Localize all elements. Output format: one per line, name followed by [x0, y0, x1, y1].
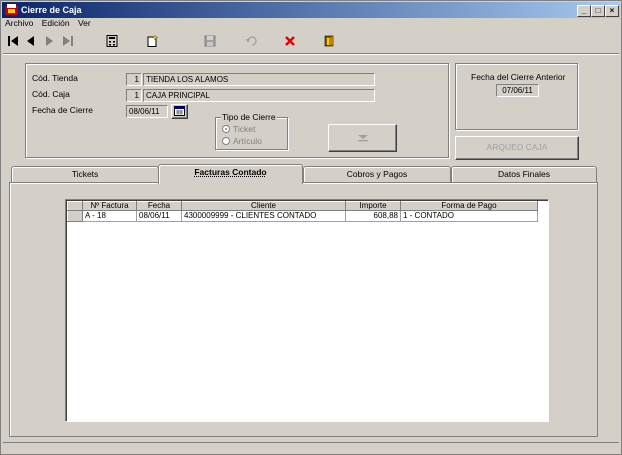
- tienda-name-field: TIENDA LOS ALAMOS: [143, 73, 375, 86]
- fecha-cierre-field[interactable]: 08/06/11: [126, 105, 168, 118]
- col-fecha[interactable]: Fecha: [136, 201, 182, 211]
- radio-ticket-label: Ticket: [233, 124, 256, 134]
- undo-icon[interactable]: [242, 32, 260, 50]
- facturas-table: Nº Factura Fecha Cliente Importe Forma d…: [67, 201, 538, 222]
- window-title: Cierre de Caja: [21, 5, 82, 15]
- tab-datos-label: Datos Finales: [498, 169, 550, 179]
- tab-tickets-label: Tickets: [71, 169, 99, 179]
- table-header-row: Nº Factura Fecha Cliente Importe Forma d…: [67, 201, 538, 211]
- cierre-anterior-label: Fecha del Cierre Anterior: [471, 72, 566, 82]
- col-cliente[interactable]: Cliente: [181, 201, 346, 211]
- col-importe[interactable]: Importe: [345, 201, 401, 211]
- calendar-icon: [174, 106, 185, 116]
- tab-datos-finales[interactable]: Datos Finales: [451, 166, 597, 182]
- close-button[interactable]: ×: [605, 5, 619, 17]
- arqueo-caja-button[interactable]: ARQUEO CAJA: [455, 136, 579, 160]
- cell-n-factura[interactable]: A - 18: [82, 210, 137, 222]
- next-record-icon[interactable]: [40, 32, 58, 50]
- cell-importe[interactable]: 608,88: [345, 210, 401, 222]
- tab-cobros-pagos[interactable]: Cobros y Pagos: [303, 166, 451, 182]
- save-icon[interactable]: [201, 32, 219, 50]
- app-icon: [5, 4, 18, 15]
- expand-button[interactable]: [328, 124, 397, 152]
- menu-edicion[interactable]: Edición: [42, 18, 70, 28]
- tab-cobros-label: Cobros y Pagos: [346, 169, 408, 179]
- minimize-button[interactable]: _: [577, 5, 591, 17]
- row-selector-header: [67, 201, 83, 211]
- tipo-cierre-label: Tipo de Cierre: [221, 112, 277, 122]
- col-forma-pago[interactable]: Forma de Pago: [400, 201, 538, 211]
- table-row[interactable]: A - 18 08/06/11 4300009999 - CLIENTES CO…: [67, 210, 538, 222]
- radio-ticket-indicator: [222, 125, 230, 133]
- last-record-icon[interactable]: [59, 32, 77, 50]
- menu-ver[interactable]: Ver: [78, 18, 91, 28]
- cell-forma-pago[interactable]: 1 - CONTADO: [400, 210, 538, 222]
- menu-bar: Archivo Edición Ver: [5, 18, 97, 30]
- toolbar: [1, 30, 621, 52]
- caja-name-field: CAJA PRINCIPAL: [143, 89, 375, 102]
- caja-label: Cód. Caja: [32, 89, 70, 99]
- previous-record-icon[interactable]: [22, 32, 40, 50]
- menu-archivo[interactable]: Archivo: [5, 18, 33, 28]
- caja-code-field[interactable]: 1: [126, 89, 142, 102]
- calculator-icon[interactable]: [103, 32, 121, 50]
- tienda-label: Cód. Tienda: [32, 73, 78, 83]
- radio-articulo[interactable]: Artículo: [222, 136, 262, 146]
- tab-tickets[interactable]: Tickets: [11, 166, 159, 182]
- fecha-cierre-label: Fecha de Cierre: [32, 105, 93, 115]
- tienda-code-field[interactable]: 1: [126, 73, 142, 86]
- new-record-icon[interactable]: [143, 32, 161, 50]
- first-record-icon[interactable]: [4, 32, 22, 50]
- facturas-grid[interactable]: Nº Factura Fecha Cliente Importe Forma d…: [65, 199, 549, 422]
- chevron-down-icon: [357, 134, 368, 141]
- status-bar: [3, 442, 619, 453]
- tab-facturas-contado[interactable]: Facturas Contado: [158, 164, 303, 184]
- toolbar-separator: [3, 53, 619, 55]
- maximize-button[interactable]: □: [591, 5, 605, 17]
- col-n-factura[interactable]: Nº Factura: [82, 201, 137, 211]
- calendar-button[interactable]: [171, 104, 188, 119]
- tab-facturas-label: Facturas Contado: [194, 167, 267, 177]
- exit-icon[interactable]: [320, 32, 338, 50]
- delete-icon[interactable]: [281, 32, 299, 50]
- cierre-caja-window: Cierre de Caja _ □ × Archivo Edición Ver: [0, 0, 622, 455]
- radio-ticket[interactable]: Ticket: [222, 124, 255, 134]
- row-selector[interactable]: [67, 210, 83, 222]
- cell-fecha[interactable]: 08/06/11: [136, 210, 182, 222]
- title-bar[interactable]: Cierre de Caja _ □ ×: [2, 2, 620, 18]
- cell-cliente[interactable]: 4300009999 - CLIENTES CONTADO: [181, 210, 346, 222]
- radio-articulo-indicator: [222, 137, 230, 145]
- cierre-anterior-field: 07/06/11: [496, 84, 539, 97]
- radio-articulo-label: Artículo: [233, 136, 262, 146]
